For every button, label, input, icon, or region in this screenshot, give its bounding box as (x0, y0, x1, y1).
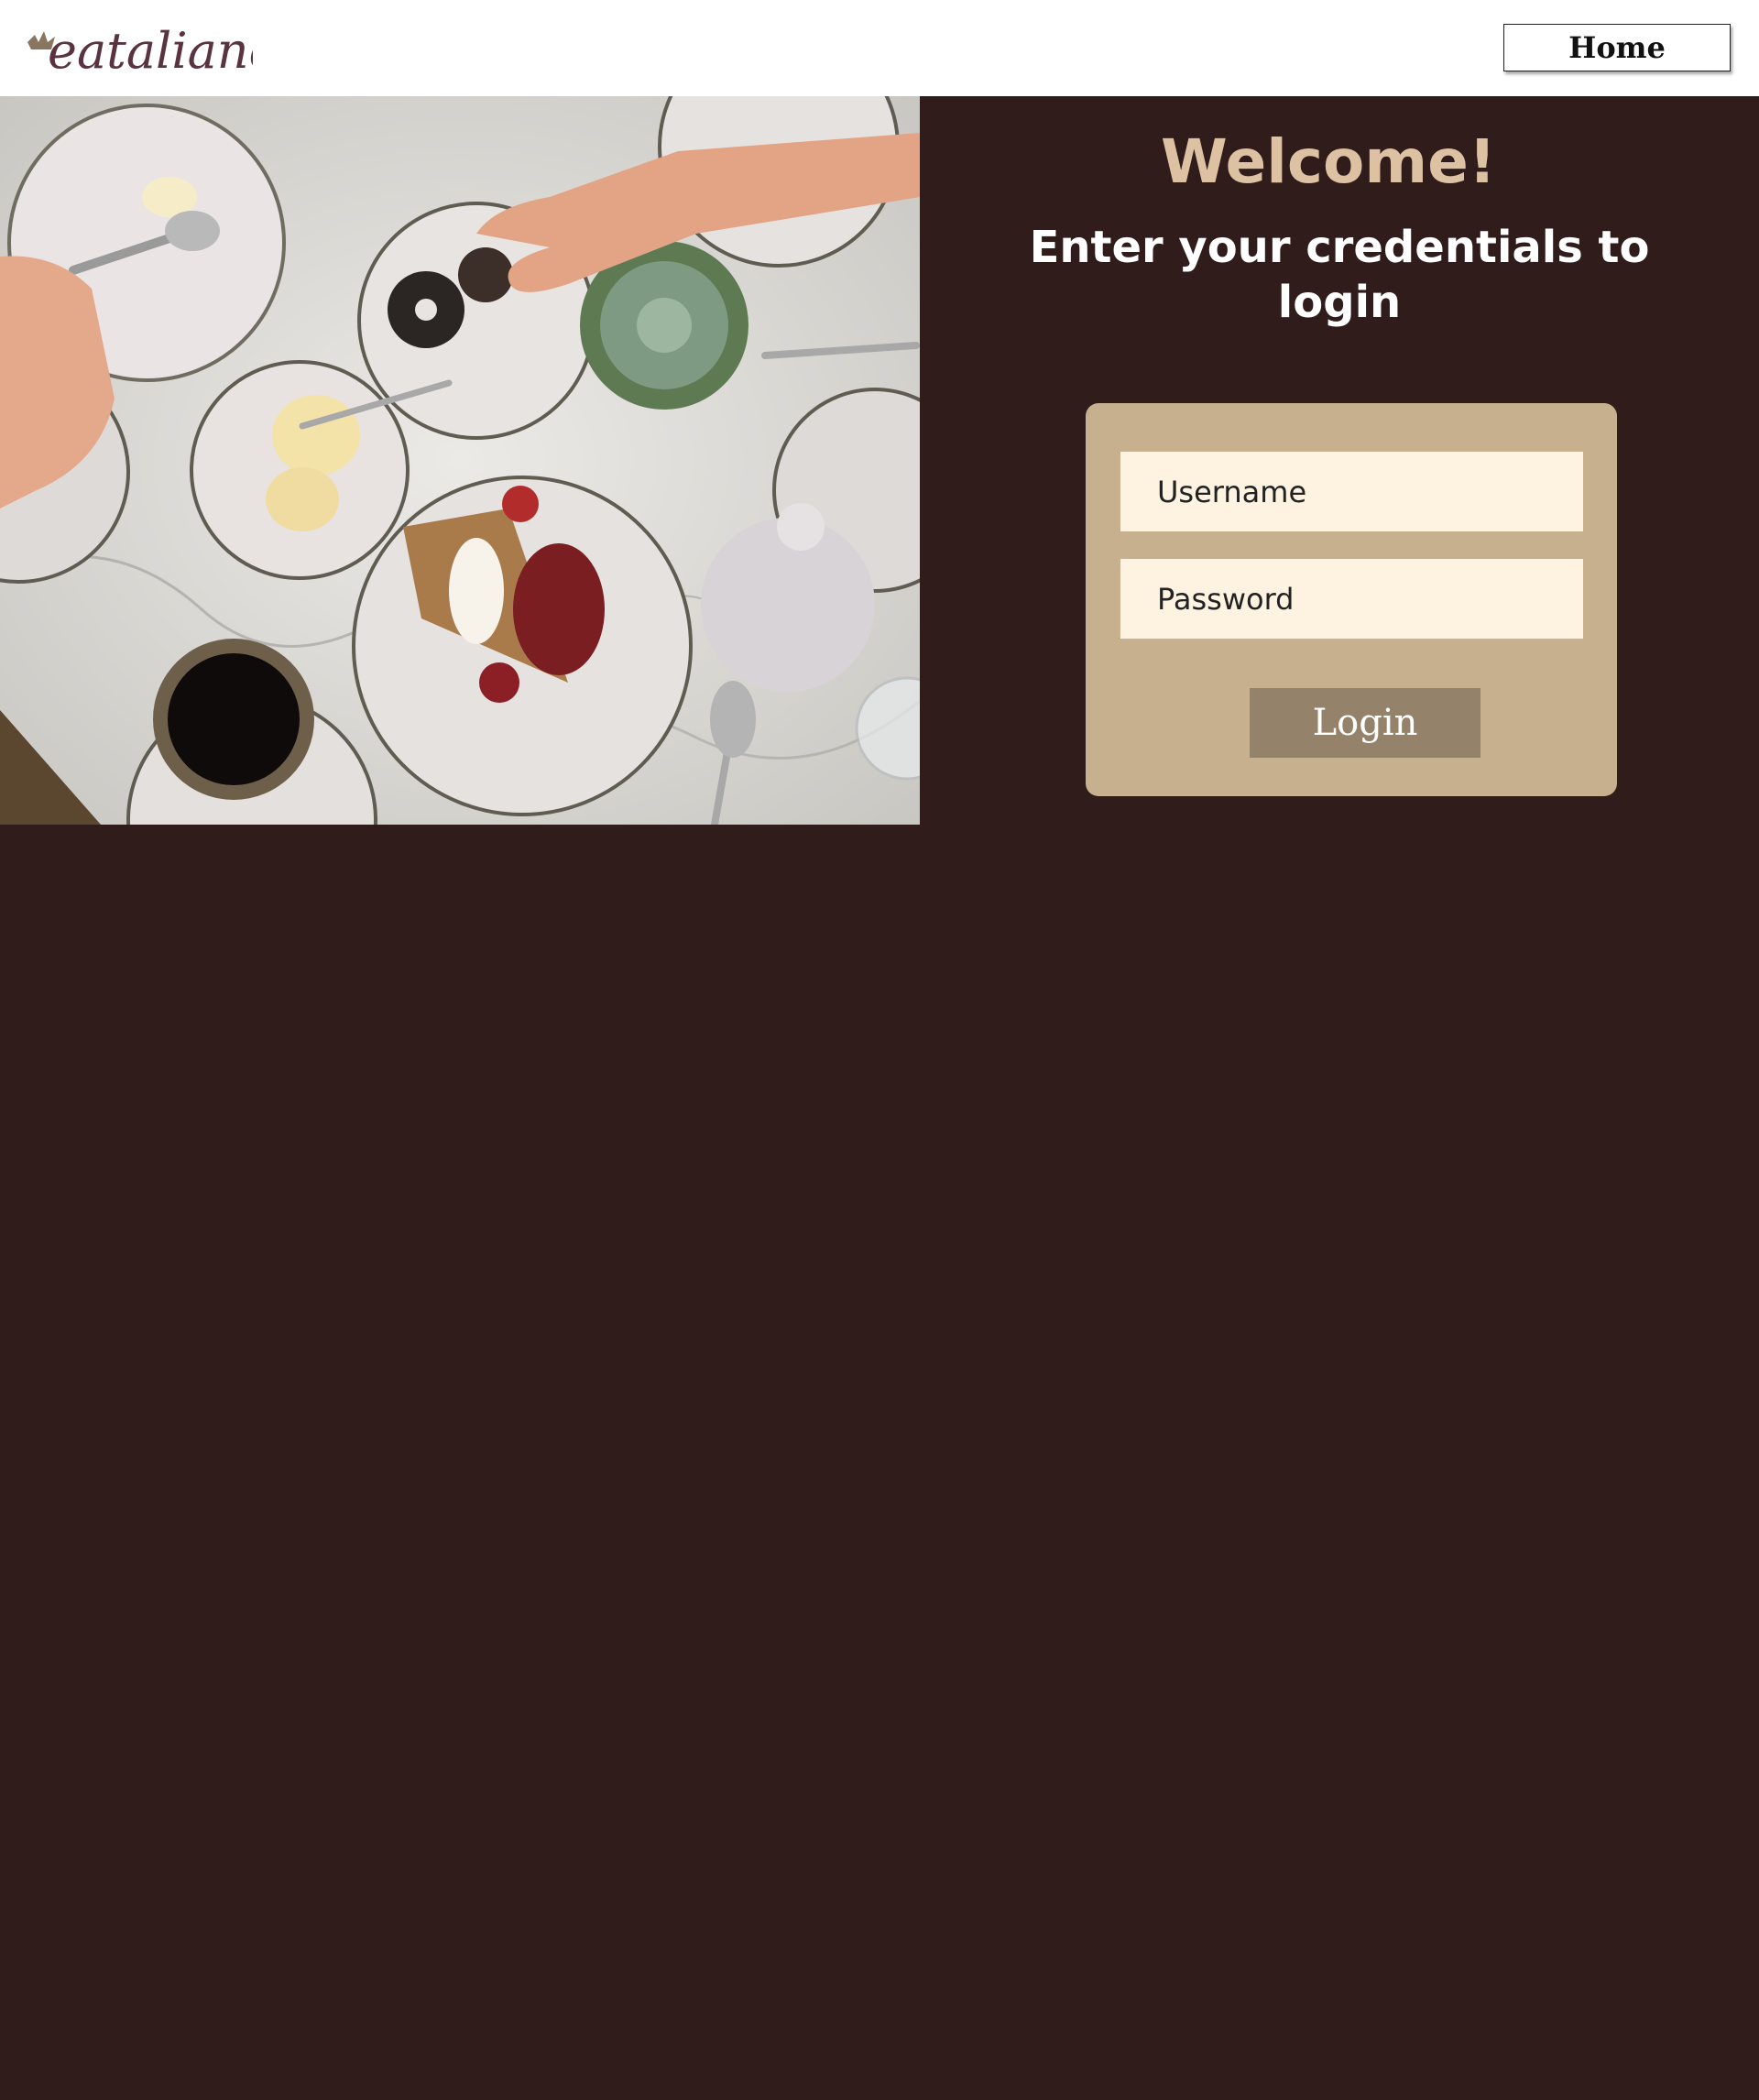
home-button[interactable]: Home (1503, 24, 1731, 71)
logo-graphic: eataliano (27, 22, 253, 80)
password-input[interactable] (1120, 559, 1583, 639)
logo-text: eataliano (48, 29, 52, 30)
login-button[interactable]: Login (1250, 688, 1480, 758)
svg-text:eataliano: eataliano (48, 22, 253, 80)
table-with-desserts-image (0, 96, 920, 825)
top-navbar: eataliano eataliano Home (0, 0, 1759, 96)
username-input[interactable] (1120, 452, 1583, 531)
welcome-heading: Welcome! (1161, 126, 1496, 197)
eataliano-logo[interactable]: eataliano eataliano (24, 15, 253, 81)
login-subtitle: Enter your credentials to login (1029, 222, 1650, 328)
login-form: Login (1086, 403, 1617, 796)
hero-photo (0, 96, 920, 825)
